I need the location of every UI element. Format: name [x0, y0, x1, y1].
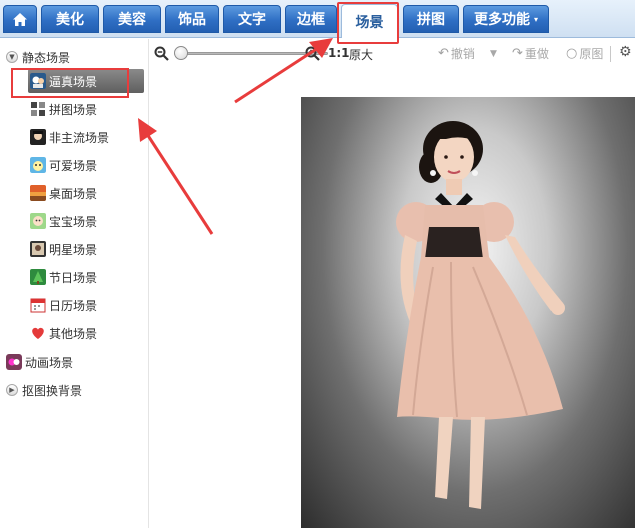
zoom-ratio-label[interactable]: 1:1	[328, 46, 350, 60]
original-icon: ○	[566, 46, 578, 61]
tab-label: 场景	[355, 14, 384, 31]
undo-label: 撤销	[450, 47, 475, 61]
tab-scene[interactable]: 场景	[341, 4, 398, 38]
sidebar-item-collage-scene[interactable]: 拼图场景	[30, 97, 97, 121]
tab-collage[interactable]: 拼图	[403, 5, 459, 33]
sidebar-item-calendar-scene[interactable]: 日历场景	[30, 293, 97, 317]
sidebar-item-label: 宝宝场景	[49, 214, 98, 229]
tab-beauty[interactable]: 美容	[103, 5, 161, 33]
realistic-scene-icon	[30, 73, 46, 89]
tab-label: 文字	[238, 12, 266, 28]
original-label: 原图	[579, 47, 604, 61]
canvas-toolbar: 1:1 原大 ↶ 撤销 ▼ ↷ 重做 ○ 原图 ⚙	[150, 40, 635, 68]
tab-text[interactable]: 文字	[223, 5, 281, 33]
holiday-scene-icon	[30, 269, 46, 285]
sidebar-item-label: 逼真场景	[49, 74, 98, 89]
tab-label: 美化	[56, 12, 84, 28]
alternative-scene-icon	[30, 129, 46, 145]
sidebar-item-label: 其他场景	[49, 326, 98, 341]
original-image-button[interactable]: ○ 原图	[566, 45, 603, 62]
zoom-out-icon[interactable]	[154, 46, 169, 61]
tab-accessories[interactable]: 饰品	[165, 5, 219, 33]
toolbar-divider	[610, 46, 611, 62]
sidebar-item-holiday-scene[interactable]: 节日场景	[30, 265, 97, 289]
sidebar-item-label: 非主流场景	[49, 130, 110, 145]
top-tab-bar: 美化 美容 饰品 文字 边框 场景 拼图 更多功能 ▾	[0, 0, 635, 38]
expand-icon[interactable]: ▶	[6, 384, 18, 396]
zoom-slider-handle[interactable]	[174, 46, 188, 60]
sidebar-group-static-scenes[interactable]: ▼ 静态场景	[6, 45, 70, 69]
sidebar-item-label: 可爱场景	[49, 158, 98, 173]
home-tab[interactable]	[3, 5, 37, 33]
redo-label: 重做	[524, 47, 549, 61]
zoom-in-icon[interactable]	[305, 46, 320, 61]
sidebar-group-cutout-background[interactable]: ▶ 抠图换背景	[6, 378, 82, 402]
desktop-scene-icon	[30, 185, 46, 201]
tab-label: 美容	[118, 12, 146, 28]
tab-label: 拼图	[417, 12, 445, 28]
undo-dropdown-button[interactable]: ▼	[490, 49, 497, 59]
star-scene-icon	[30, 241, 46, 257]
home-icon	[13, 12, 27, 26]
heart-scene-icon	[32, 327, 44, 339]
sidebar-item-star-scene[interactable]: 明星场景	[30, 237, 97, 261]
animation-scene-icon	[6, 354, 22, 370]
sidebar-group-label: 抠图换背景	[22, 383, 83, 398]
photo-canvas[interactable]	[301, 97, 635, 528]
cute-scene-icon	[30, 157, 46, 173]
sidebar-item-other-scene[interactable]: 其他场景	[30, 321, 97, 345]
redo-button[interactable]: ↷ 重做	[512, 45, 549, 62]
collage-scene-icon	[30, 101, 46, 117]
sidebar-item-desktop-scene[interactable]: 桌面场景	[30, 181, 97, 205]
sidebar-item-alternative-scene[interactable]: 非主流场景	[30, 125, 109, 149]
calendar-scene-icon	[30, 298, 46, 313]
chevron-down-icon: ▼	[490, 49, 497, 59]
sidebar-divider	[148, 39, 149, 528]
baby-scene-icon	[30, 213, 46, 229]
tab-label: 边框	[297, 12, 325, 28]
gear-icon[interactable]: ⚙	[619, 44, 632, 60]
sidebar-item-label: 日历场景	[49, 298, 98, 313]
sidebar-item-label: 桌面场景	[49, 186, 98, 201]
redo-icon: ↷	[512, 46, 523, 61]
sidebar-item-label: 明星场景	[49, 242, 98, 257]
tab-label: 饰品	[178, 12, 206, 28]
original-size-button[interactable]: 原大	[349, 46, 373, 63]
sidebar-group-animation-scenes[interactable]: 动画场景	[6, 350, 73, 374]
undo-button[interactable]: ↶ 撤销	[438, 45, 475, 62]
sidebar-item-label: 拼图场景	[49, 102, 98, 117]
tab-label: 更多功能	[473, 12, 530, 28]
sidebar-item-label: 节日场景	[49, 270, 98, 285]
sidebar-item-realistic-scene[interactable]: 逼真场景	[28, 69, 144, 93]
sidebar-group-label: 静态场景	[22, 50, 71, 65]
photo-image	[396, 121, 565, 509]
undo-icon: ↶	[438, 46, 449, 61]
chevron-down-icon: ▾	[533, 14, 538, 24]
arrow-to-realistic-scene	[145, 133, 214, 235]
tab-frame[interactable]: 边框	[285, 5, 337, 33]
sidebar-item-baby-scene[interactable]: 宝宝场景	[30, 209, 97, 233]
sidebar-item-cute-scene[interactable]: 可爱场景	[30, 153, 97, 177]
tab-beautify[interactable]: 美化	[41, 5, 99, 33]
tab-more-features[interactable]: 更多功能 ▾	[463, 5, 549, 33]
collapse-icon[interactable]: ▼	[6, 51, 18, 63]
sidebar: ▼ 静态场景 逼真场景 拼图场景 非主流场景 可爱场景 桌面场景 宝宝场景 明星…	[0, 39, 148, 528]
sidebar-group-label: 动画场景	[25, 355, 74, 370]
